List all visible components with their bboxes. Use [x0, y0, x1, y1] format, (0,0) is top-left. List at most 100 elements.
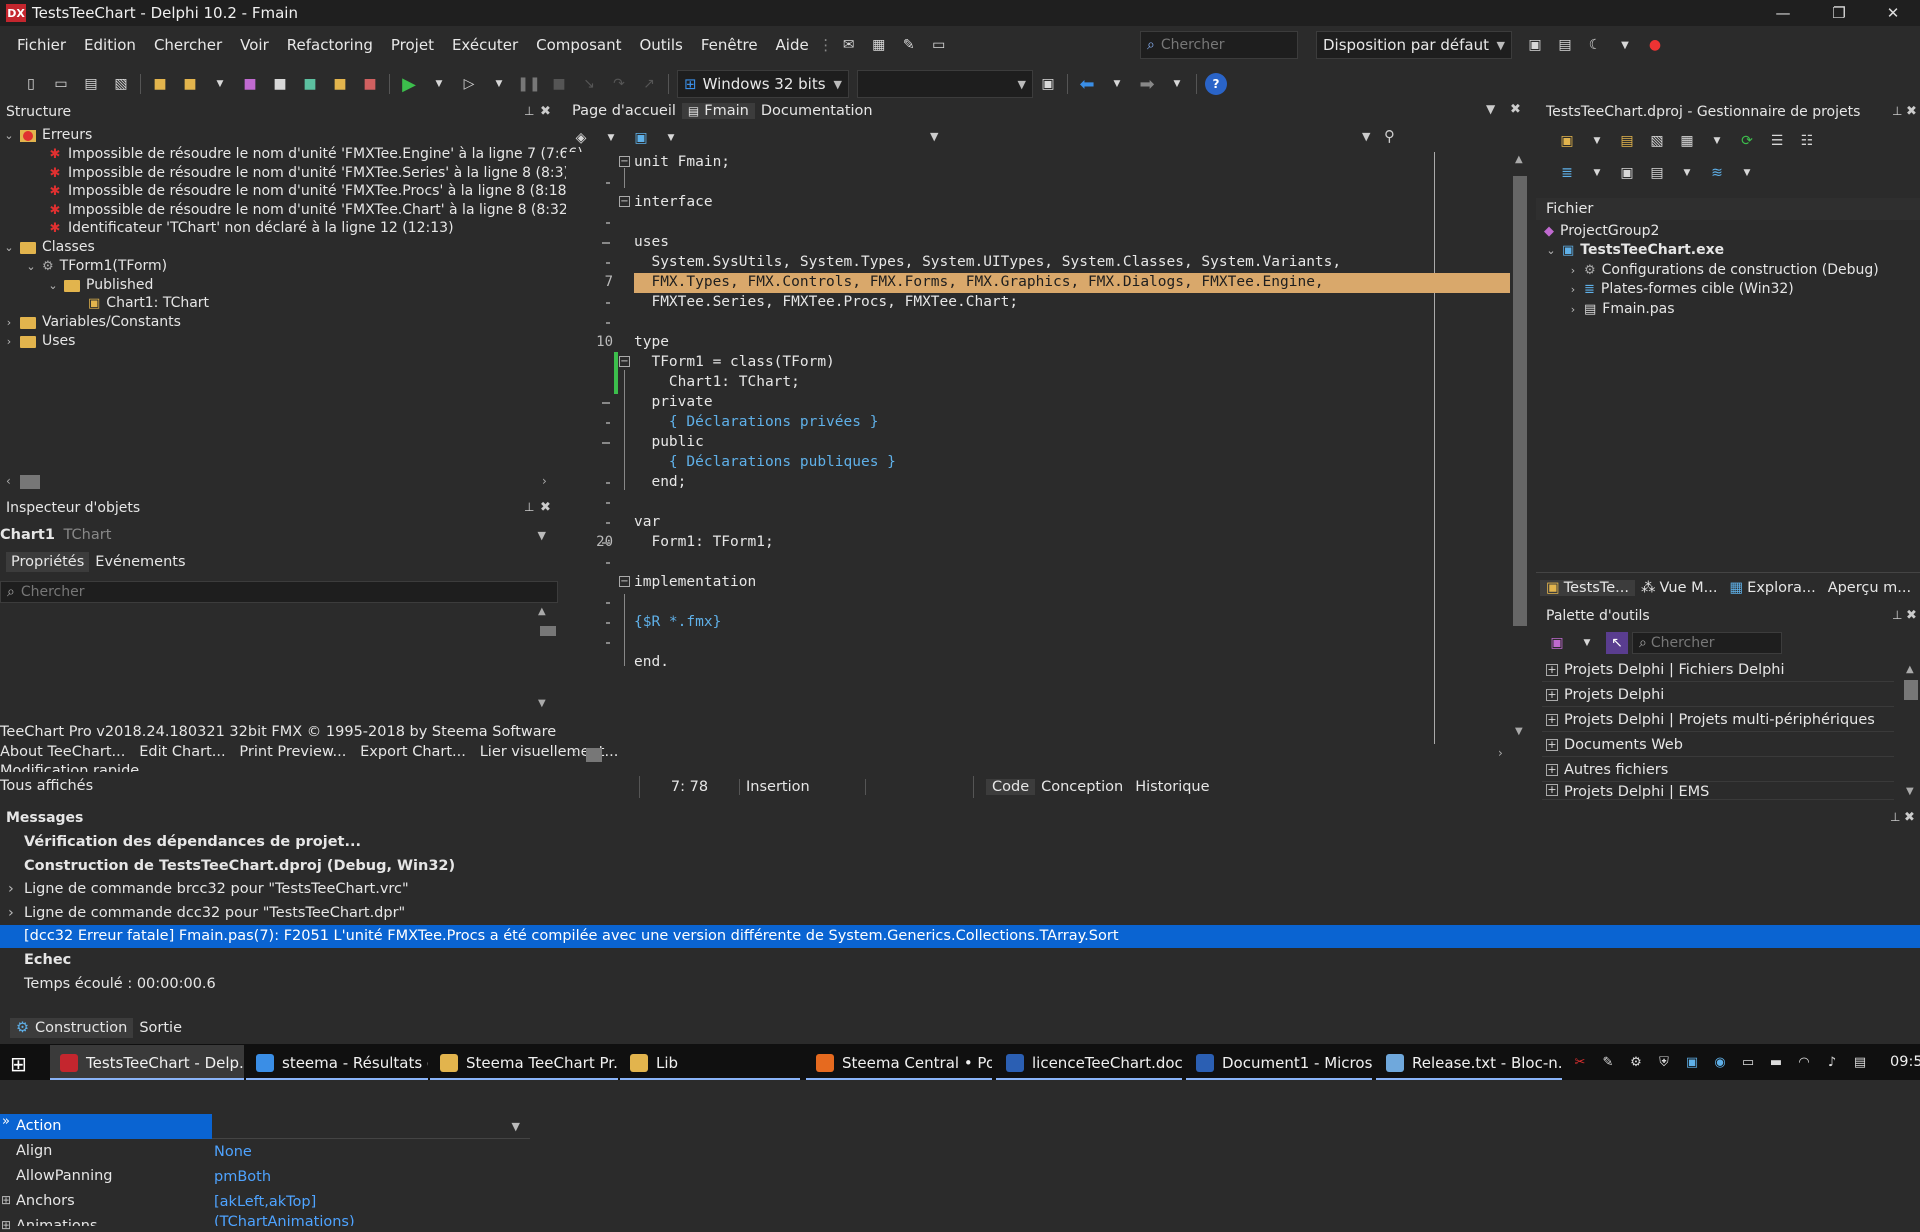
chevron-right-icon[interactable]: ›: [2, 313, 16, 332]
message-line[interactable]: › Ligne de commande brcc32 pour "TestsTee…: [0, 878, 1920, 901]
battery-icon[interactable]: ▬: [1767, 1053, 1785, 1071]
palette-category[interactable]: + Autres fichiers: [1542, 759, 1894, 782]
palette-category[interactable]: + Projets Delphi | Projets multi-périphér…: [1542, 709, 1894, 732]
compile-icon[interactable]: ▤: [1646, 162, 1668, 184]
chevron-right-icon[interactable]: ›: [1566, 261, 1580, 280]
tab-output[interactable]: Sortie: [133, 1020, 188, 1036]
pin-icon[interactable]: ⊥: [524, 104, 534, 118]
message-error-selected[interactable]: [dcc32 Erreur fatale] Fmain.pas(7): F205…: [0, 925, 1920, 949]
error-item[interactable]: ✱ Impossible de résoudre le nom d'unité '…: [48, 145, 583, 164]
step-out-icon[interactable]: ↗: [638, 73, 660, 95]
v-scrollbar-thumb[interactable]: [540, 626, 556, 636]
error-item[interactable]: ✱ Impossible de résoudre le nom d'unité '…: [48, 201, 574, 220]
palette-category[interactable]: + Documents Web: [1542, 734, 1894, 757]
mail-icon[interactable]: ✉: [838, 34, 860, 56]
shield-icon[interactable]: ⛨: [1655, 1053, 1673, 1071]
menu-item[interactable]: Fichier: [8, 30, 75, 60]
property-row[interactable]: Align None: [0, 1139, 530, 1164]
target-platforms[interactable]: › ≣ Plates-formes cible (Win32): [1566, 280, 1794, 299]
step-into-icon[interactable]: ↘: [578, 73, 600, 95]
clock[interactable]: 09:52: [1890, 1054, 1920, 1070]
fold-toggle-icon[interactable]: −: [619, 356, 630, 367]
tab-documentation[interactable]: Documentation: [755, 103, 879, 119]
taskbar-item[interactable]: Document1 - Micros...: [1186, 1045, 1372, 1080]
close-icon[interactable]: ✖: [540, 104, 551, 119]
stop-icon[interactable]: ■: [548, 73, 570, 95]
tree-form[interactable]: ⌄ ⚙ TForm1(TForm): [24, 257, 167, 276]
activate-icon[interactable]: ▣: [1556, 130, 1578, 152]
chevron-down-icon[interactable]: ▼: [1676, 162, 1698, 184]
menu-item[interactable]: Refactoring: [278, 30, 382, 60]
code-editor[interactable]: [566, 152, 1524, 744]
platform-combo[interactable]: ⊞ Windows 32 bits ▼: [677, 70, 849, 98]
chevron-right-icon[interactable]: ›: [2, 332, 16, 351]
taskbar-item[interactable]: steema - Résultats d...: [246, 1045, 428, 1080]
save-layout-icon[interactable]: ▣: [1524, 34, 1546, 56]
collapse-icon[interactable]: ☷: [1796, 130, 1818, 152]
config-combo[interactable]: ▼: [857, 70, 1033, 98]
monitor-icon[interactable]: ▭: [928, 34, 950, 56]
chevron-down-icon[interactable]: ⌄: [2, 238, 16, 257]
deploy-icon[interactable]: ≋: [1706, 162, 1728, 184]
chevron-down-icon[interactable]: ▼: [1576, 632, 1598, 654]
tab-build[interactable]: ⚙ Construction: [10, 1018, 134, 1038]
chevron-down-icon[interactable]: ▼: [660, 127, 682, 149]
close-icon[interactable]: ✖: [1904, 810, 1915, 825]
pointer-icon[interactable]: ↖: [1606, 632, 1628, 654]
tab-model-view[interactable]: ⁂ Vue M...: [1635, 580, 1724, 596]
theme-icon[interactable]: ☾: [1584, 34, 1606, 56]
error-item[interactable]: ✱ Identificateur 'TChart' non déclaré à l…: [48, 219, 454, 238]
chevron-down-icon[interactable]: ▼: [212, 1114, 530, 1139]
menu-item[interactable]: Aide: [767, 30, 818, 60]
tab-design[interactable]: Conception: [1035, 779, 1129, 795]
save-all-icon[interactable]: ■: [269, 73, 291, 95]
chevron-down-icon[interactable]: ▼: [488, 73, 510, 95]
tab-explorer[interactable]: ▦ Explora...: [1723, 580, 1821, 596]
chevron-down-icon[interactable]: ⌄: [24, 257, 38, 276]
help-icon[interactable]: ?: [1205, 73, 1227, 95]
project-exe[interactable]: ⌄ ▣ TestsTeeChart.exe: [1544, 241, 1724, 260]
chevron-down-icon[interactable]: ⌄: [46, 276, 60, 295]
chat-icon[interactable]: ✎: [898, 34, 920, 56]
taskbar-item[interactable]: Release.txt - Bloc-n...: [1376, 1045, 1562, 1080]
chevron-down-icon[interactable]: ▼: [428, 73, 450, 95]
ide-search-input[interactable]: ⌕ Chercher: [1140, 31, 1298, 59]
list-icon[interactable]: ≣: [1556, 162, 1578, 184]
tray-display-icon[interactable]: ▣: [1683, 1053, 1701, 1071]
scroll-down-icon[interactable]: ▼: [538, 698, 546, 709]
chevron-right-icon[interactable]: ›: [8, 878, 14, 901]
close-file-icon[interactable]: ▧: [110, 73, 132, 95]
pin-icon[interactable]: ⊥: [524, 500, 534, 514]
project-group[interactable]: ◆ ProjectGroup2: [1544, 222, 1659, 241]
load-layout-icon[interactable]: ▤: [1554, 34, 1576, 56]
tray-app-icon[interactable]: ✂: [1571, 1053, 1589, 1071]
tree-chart-field[interactable]: ▣ Chart1: TChart: [88, 294, 209, 313]
tray-network-app-icon[interactable]: ⚙: [1627, 1053, 1645, 1071]
taskbar-item[interactable]: Steema TeeChart Pr...: [430, 1045, 618, 1080]
step-over-icon[interactable]: ↷: [608, 73, 630, 95]
quick-modify-label[interactable]: Modification rapide: [0, 764, 556, 772]
fmain-file[interactable]: › ▤ Fmain.pas: [1566, 300, 1675, 319]
restore-button[interactable]: ❐: [1816, 0, 1862, 26]
teechart-links[interactable]: About TeeChart... Edit Chart... Print Pr…: [0, 744, 618, 760]
h-scrollbar-thumb[interactable]: [20, 475, 40, 489]
options-icon[interactable]: ▦: [1676, 130, 1698, 152]
scroll-left-icon[interactable]: ‹: [6, 474, 11, 488]
property-row[interactable]: Animations (TChartAnimations): [0, 1214, 530, 1226]
chevron-down-icon[interactable]: ▼: [1486, 102, 1495, 116]
palette-category[interactable]: + Projets Delphi | Fichiers Delphi: [1542, 659, 1894, 682]
inspector-search-input[interactable]: ⌕ Chercher: [0, 581, 558, 603]
layout-combo[interactable]: Disposition par défaut ▼: [1316, 31, 1512, 59]
fold-toggle-icon[interactable]: −: [619, 196, 630, 207]
tab-properties[interactable]: Propriétés: [6, 552, 90, 572]
remove-file-icon[interactable]: ■: [359, 73, 381, 95]
tab-preview[interactable]: Aperçu m...: [1822, 580, 1917, 596]
search-icon[interactable]: ⚲: [1384, 127, 1395, 145]
method-icon[interactable]: ▣: [630, 127, 652, 149]
run-icon[interactable]: ▶: [398, 73, 420, 95]
chevron-down-icon[interactable]: ⌄: [2, 126, 16, 145]
taskbar-item[interactable]: Lib: [620, 1045, 800, 1080]
tab-events[interactable]: Evénements: [89, 552, 191, 572]
menu-item[interactable]: Exécuter: [443, 30, 527, 60]
open-icon[interactable]: ▤: [80, 73, 102, 95]
